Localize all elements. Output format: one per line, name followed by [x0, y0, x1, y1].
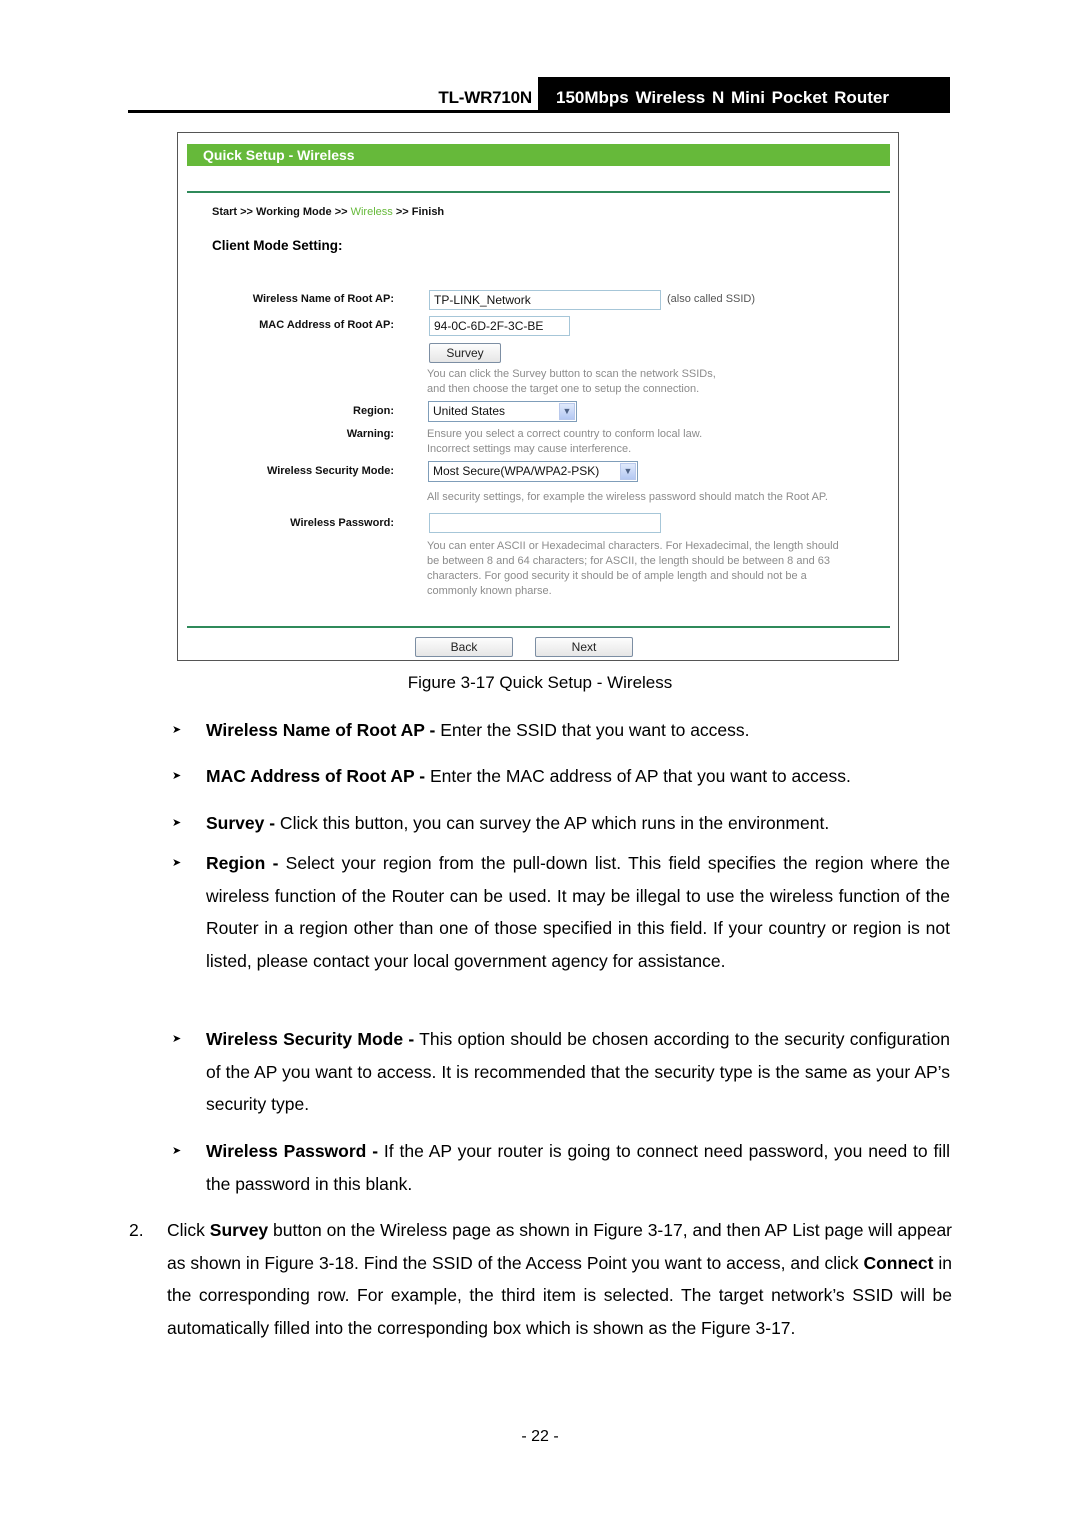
breadcrumb-separator: >> [395, 206, 409, 218]
ssid-label: Wireless Name of Root AP: [252, 293, 394, 305]
bullet-arrow-icon: ➤ [172, 817, 182, 829]
mac-label: MAC Address of Root AP: [259, 319, 394, 331]
bullet-security-mode: ➤ Wireless Security Mode - This option s… [172, 1023, 950, 1121]
bullet-text: Click this button, you can survey the AP… [275, 813, 830, 833]
step-term-survey: Survey [209, 1220, 269, 1240]
section-title: Client Mode Setting: [212, 238, 343, 253]
region-selected-value: United States [433, 404, 506, 418]
bullet-term: MAC Address of Root AP - [206, 766, 426, 786]
back-button[interactable]: Back [415, 637, 513, 657]
next-button[interactable]: Next [535, 637, 633, 657]
page-number: - 22 - [521, 1428, 559, 1445]
figure-caption: Figure 3-17 Quick Setup - Wireless [407, 673, 673, 692]
breadcrumb-wireless-current: Wireless [350, 206, 393, 218]
warning-note: Ensure you select a correct country to c… [427, 427, 702, 457]
ssid-input[interactable]: TP-LINK_Network [429, 290, 661, 310]
security-mode-selected-value: Most Secure(WPA/WPA2-PSK) [433, 464, 600, 478]
breadcrumb-finish: Finish [411, 206, 445, 218]
step-number: 2. [129, 1220, 144, 1240]
bullet-arrow-icon: ➤ [172, 724, 182, 736]
bullet-mac: ➤ MAC Address of Root AP - Enter the MAC… [172, 760, 950, 793]
chevron-down-icon[interactable]: ▼ [620, 463, 636, 480]
bullet-arrow-icon: ➤ [172, 1145, 182, 1157]
bullet-text: Enter the SSID that you want to access. [435, 720, 750, 740]
warning-note-line: Ensure you select a correct country to c… [427, 428, 703, 440]
warning-note-line: Incorrect settings may cause interferenc… [427, 443, 632, 455]
quick-setup-wireless-screenshot: Quick Setup - Wireless Start >> Working … [177, 132, 899, 661]
step-text: Click [167, 1220, 210, 1240]
region-select[interactable]: United States ▼ [428, 401, 577, 422]
password-input[interactable] [429, 513, 661, 533]
password-note-line: be between 8 and 64 characters; for ASCI… [427, 555, 831, 567]
bullet-region: ➤ Region - Select your region from the p… [172, 847, 950, 977]
step-2: 2. Click Survey button on the Wireless p… [129, 1214, 952, 1344]
password-label: Wireless Password: [290, 517, 394, 529]
password-note-line: You can enter ASCII or Hexadecimal chara… [427, 540, 839, 552]
bottom-divider [187, 626, 890, 628]
page-banner: Quick Setup - Wireless [187, 144, 890, 166]
bullet-arrow-icon: ➤ [172, 770, 182, 782]
breadcrumb-separator: >> [334, 206, 348, 218]
password-note-line: characters. For good security it should … [427, 570, 807, 582]
password-note-line: commonly known pharse. [427, 585, 552, 597]
breadcrumb-separator: >> [240, 206, 253, 218]
step-text: button on the Wireless page as shown in … [167, 1220, 952, 1273]
bullet-survey: ➤ Survey - Click this button, you can su… [172, 807, 950, 840]
bullet-term: Wireless Password - [206, 1141, 379, 1161]
password-note: You can enter ASCII or Hexadecimal chara… [427, 539, 839, 599]
survey-note-line: You can click the Survey button to scan … [427, 368, 716, 380]
banner-title: Quick Setup - Wireless [203, 147, 355, 163]
bullet-term: Wireless Security Mode - [206, 1029, 415, 1049]
chevron-down-icon[interactable]: ▼ [559, 403, 575, 420]
mac-input[interactable]: 94-0C-6D-2F-3C-BE [429, 316, 570, 336]
bullet-term: Survey - [206, 813, 276, 833]
ssid-hint: (also called SSID) [667, 293, 756, 305]
bullet-term: Wireless Name of Root AP - [206, 720, 436, 740]
security-note: All security settings, for example the w… [427, 491, 828, 503]
region-label: Region: [353, 405, 394, 417]
bullet-term: Region - [206, 853, 279, 873]
breadcrumb-start: Start [212, 206, 238, 218]
breadcrumb-working-mode: Working Mode [256, 206, 332, 218]
bullet-arrow-icon: ➤ [172, 857, 182, 869]
bullet-text: Select your region from the pull-down li… [206, 853, 950, 971]
header-rule [128, 110, 950, 113]
warning-label: Warning: [346, 428, 394, 440]
bullet-arrow-icon: ➤ [172, 1033, 182, 1045]
bullet-password: ➤ Wireless Password - If the AP your rou… [172, 1135, 950, 1200]
header-product-title: 150Mbps Wireless N Mini Pocket Router [556, 88, 889, 107]
breadcrumb: Start >> Working Mode >> Wireless >> Fin… [212, 206, 444, 218]
step-term-connect: Connect [863, 1252, 934, 1273]
bullet-text: Enter the MAC address of AP that you wan… [425, 766, 851, 786]
survey-note: You can click the Survey button to scan … [427, 367, 716, 397]
bullet-ssid: ➤ Wireless Name of Root AP - Enter the S… [172, 714, 950, 747]
survey-button[interactable]: Survey [429, 343, 501, 363]
top-divider [187, 191, 890, 193]
security-mode-label: Wireless Security Mode: [266, 465, 394, 477]
header-model: TL-WR710N [438, 88, 532, 107]
survey-note-line: and then choose the target one to setup … [427, 383, 700, 395]
security-mode-select[interactable]: Most Secure(WPA/WPA2-PSK) ▼ [428, 461, 638, 482]
